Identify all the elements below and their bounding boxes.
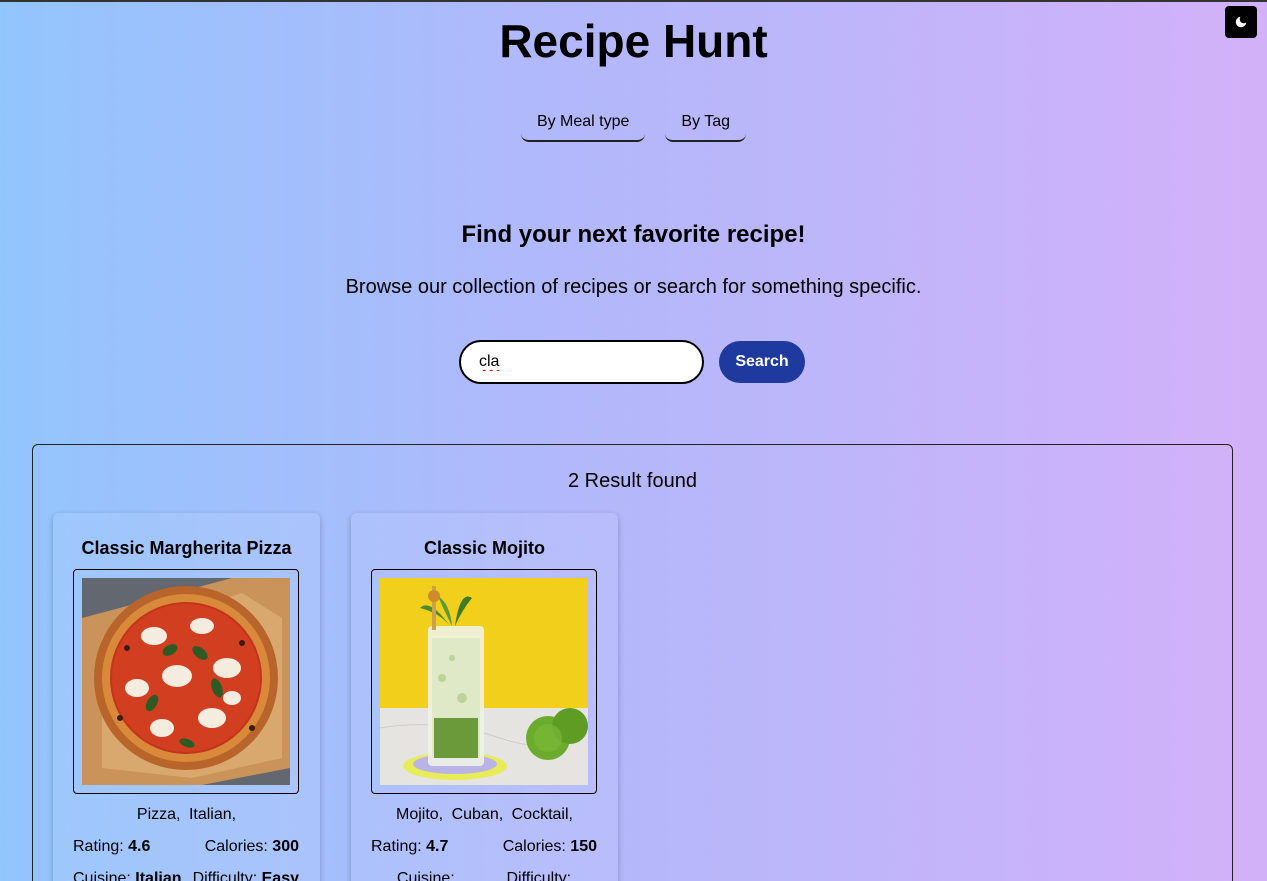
cuisine: Cuisine: xyxy=(396,870,455,881)
results-panel: 2 Result found Classic Margherita Pizza xyxy=(32,444,1233,881)
calories: Calories: 300 xyxy=(204,838,299,855)
recipe-title[interactable]: Classic Mojito xyxy=(351,537,618,559)
recipe-meta-row: Cuisine: Italian Difficulty: Easy xyxy=(73,869,299,881)
results-count: 2 Result found xyxy=(568,470,697,492)
tag[interactable]: Mojito, xyxy=(396,806,443,823)
mojito-image[interactable] xyxy=(380,578,588,785)
search-input[interactable] xyxy=(459,340,704,384)
recipe-card[interactable]: Classic Mojito Mojito, Cuban, Cocktail, … xyxy=(351,513,618,881)
tag[interactable]: Pizza, xyxy=(137,806,181,823)
recipe-tags: Mojito, Cuban, Cocktail, xyxy=(351,805,618,825)
search-button[interactable]: Search xyxy=(719,341,805,383)
recipe-stats-row: Rating: 4.6 Calories: 300 xyxy=(73,837,299,857)
hero-heading: Find your next favorite recipe! xyxy=(461,221,806,248)
tag[interactable]: Cuban, xyxy=(452,806,504,823)
recipe-meta-row: Cuisine: Difficulty: xyxy=(371,869,597,881)
rating: Rating: 4.7 xyxy=(371,838,449,855)
recipe-card[interactable]: Classic Margherita Pizza Pizza, Italian,… xyxy=(53,513,320,881)
nav-by-tag[interactable]: By Tag xyxy=(665,110,747,142)
cuisine: Cuisine: Italian xyxy=(73,870,182,881)
recipe-image-frame xyxy=(371,569,597,794)
recipe-image-frame xyxy=(73,569,299,794)
page-title: Recipe Hunt xyxy=(499,15,768,67)
tag[interactable]: Cocktail, xyxy=(512,806,573,823)
recipe-stats-row: Rating: 4.7 Calories: 150 xyxy=(371,837,597,857)
difficulty: Difficulty: xyxy=(506,870,572,881)
pizza-image[interactable] xyxy=(82,578,290,785)
difficulty: Difficulty: Easy xyxy=(192,870,299,881)
hero-subheading: Browse our collection of recipes or sear… xyxy=(345,276,922,298)
recipe-tags: Pizza, Italian, xyxy=(53,805,320,825)
nav-by-meal-type[interactable]: By Meal type xyxy=(520,110,646,142)
rating: Rating: 4.6 xyxy=(73,838,151,855)
recipe-title[interactable]: Classic Margherita Pizza xyxy=(53,537,320,559)
category-nav: By Meal type By Tag xyxy=(0,110,1267,142)
calories: Calories: 150 xyxy=(502,838,597,855)
tag[interactable]: Italian, xyxy=(189,806,236,823)
